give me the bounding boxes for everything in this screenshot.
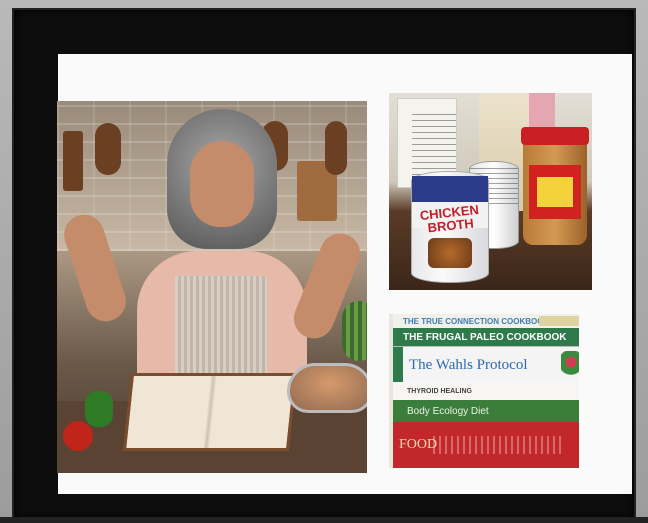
- book-title: THE FRUGAL PALEO COOKBOOK: [403, 331, 567, 343]
- broth-can: CHICKEN BROTH: [411, 171, 489, 283]
- green-pepper: [85, 391, 113, 427]
- book-title: THE TRUE CONNECTION COOKBOOK: [403, 316, 550, 326]
- stacked-books-photo: THE TRUE CONNECTION COOKBOOK THE FRUGAL …: [389, 314, 579, 468]
- jar-lid: [521, 127, 589, 145]
- woman-cooking-photo: [57, 101, 367, 473]
- open-book: [122, 373, 298, 451]
- hanging-pan: [95, 123, 121, 175]
- cans-and-jars-photo: CHICKEN BROTH: [389, 93, 592, 290]
- jar-label: [529, 165, 581, 219]
- book-spine: THE FRUGAL PALEO COOKBOOK: [393, 328, 579, 346]
- hanging-pan: [63, 131, 83, 191]
- woman-face: [190, 141, 254, 227]
- book-title: Body Ecology Diet: [407, 405, 489, 417]
- nut-butter-jar: [521, 127, 589, 245]
- hanging-spoon: [325, 121, 347, 175]
- book-title: The Wahls Protocol: [409, 356, 528, 373]
- book-spine: THE TRUE CONNECTION COOKBOOK: [393, 314, 579, 328]
- book-spine: THYROID HEALING: [393, 382, 579, 401]
- flower-icon: [561, 351, 579, 379]
- food-bowl: [287, 363, 367, 413]
- book-spine: FOOD: [393, 422, 579, 468]
- book-spine: Body Ecology Diet: [393, 400, 579, 422]
- spine-accent: [393, 347, 403, 383]
- book-badge: [539, 316, 579, 326]
- broth-can-text: CHICKEN BROTH: [419, 201, 480, 236]
- spine-lines: [433, 436, 563, 454]
- watermelon: [342, 301, 367, 361]
- book-title: FOOD: [399, 437, 438, 452]
- jar-label-logo: [537, 177, 573, 207]
- frame-shadow: [0, 517, 648, 523]
- tomato: [63, 421, 93, 451]
- can-food-image: [428, 238, 472, 268]
- book-title: THYROID HEALING: [407, 387, 472, 395]
- book-spine: The Wahls Protocol: [393, 346, 579, 384]
- can-band: [412, 176, 488, 204]
